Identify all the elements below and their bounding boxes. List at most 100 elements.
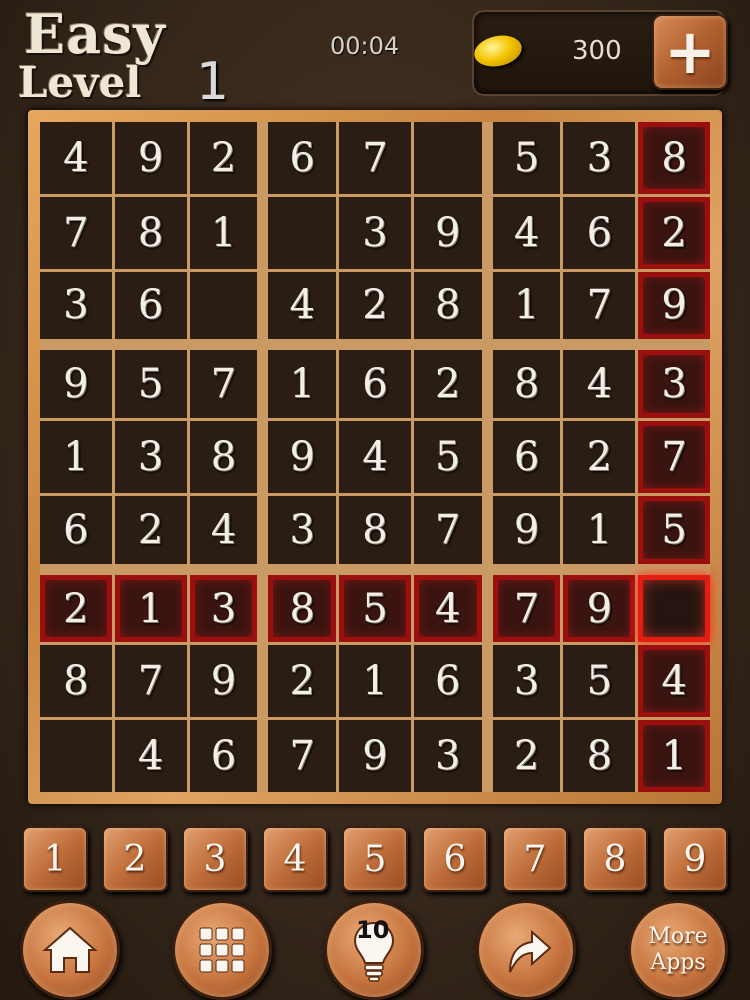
sudoku-cell[interactable]: 7 — [339, 122, 411, 194]
sudoku-board: 4926753878139462364281799571628431389456… — [28, 110, 722, 804]
grid-icon — [199, 927, 245, 973]
sudoku-cell[interactable]: 3 — [413, 720, 482, 792]
sudoku-cell[interactable]: 9 — [492, 495, 561, 564]
sudoku-cell[interactable]: 8 — [268, 574, 337, 643]
add-coins-button[interactable]: + — [652, 14, 728, 90]
sudoku-cell[interactable]: 3 — [189, 574, 258, 643]
sudoku-cell[interactable]: 4 — [563, 350, 636, 419]
sudoku-cell[interactable]: 2 — [268, 645, 337, 718]
home-button[interactable] — [20, 900, 120, 1000]
sudoku-cell[interactable]: 3 — [638, 350, 710, 419]
empty-cell[interactable] — [638, 574, 710, 643]
sudoku-cell[interactable]: 6 — [268, 122, 337, 194]
sudoku-cell[interactable]: 8 — [114, 196, 187, 269]
sudoku-cell[interactable]: 6 — [189, 720, 258, 792]
sudoku-cell[interactable]: 5 — [339, 574, 411, 643]
sudoku-cell[interactable]: 9 — [413, 196, 482, 269]
sudoku-cell[interactable]: 6 — [114, 271, 187, 340]
sudoku-cell[interactable]: 8 — [339, 495, 411, 564]
sudoku-cell[interactable]: 7 — [563, 271, 636, 340]
sudoku-cell[interactable]: 9 — [638, 271, 710, 340]
empty-cell[interactable] — [413, 122, 482, 194]
number-button-5[interactable]: 5 — [342, 826, 408, 892]
sudoku-cell[interactable]: 1 — [563, 495, 636, 564]
sudoku-cell[interactable]: 4 — [40, 122, 112, 194]
hint-button[interactable] — [324, 900, 424, 1000]
sudoku-cell[interactable]: 7 — [413, 495, 482, 564]
sudoku-cell[interactable]: 9 — [189, 645, 258, 718]
sudoku-cell[interactable]: 3 — [40, 271, 112, 340]
sudoku-cell[interactable]: 8 — [638, 122, 710, 194]
sudoku-cell[interactable]: 2 — [114, 495, 187, 564]
more-apps-button[interactable]: More Apps — [628, 900, 728, 1000]
sudoku-cell[interactable]: 1 — [268, 350, 337, 419]
number-button-4[interactable]: 4 — [262, 826, 328, 892]
sudoku-cell[interactable]: 4 — [114, 720, 187, 792]
sudoku-cell[interactable]: 2 — [563, 421, 636, 493]
sudoku-cell[interactable]: 3 — [268, 495, 337, 564]
sudoku-cell[interactable]: 1 — [492, 271, 561, 340]
empty-cell[interactable] — [40, 720, 112, 792]
sudoku-cell[interactable]: 9 — [339, 720, 411, 792]
sudoku-cell[interactable]: 1 — [638, 720, 710, 792]
sudoku-cell[interactable]: 2 — [40, 574, 112, 643]
number-button-1[interactable]: 1 — [22, 826, 88, 892]
number-button-6[interactable]: 6 — [422, 826, 488, 892]
number-button-2[interactable]: 2 — [102, 826, 168, 892]
sudoku-cell[interactable]: 2 — [492, 720, 561, 792]
sudoku-cell[interactable]: 4 — [638, 645, 710, 718]
sudoku-cell[interactable]: 4 — [268, 271, 337, 340]
sudoku-cell[interactable]: 6 — [339, 350, 411, 419]
sudoku-cell[interactable]: 4 — [339, 421, 411, 493]
sudoku-cell[interactable]: 2 — [638, 196, 710, 269]
empty-cell[interactable] — [189, 271, 258, 340]
sudoku-cell[interactable]: 3 — [563, 122, 636, 194]
sudoku-cell[interactable]: 2 — [339, 271, 411, 340]
difficulty-title: Easy — [24, 2, 166, 66]
sudoku-cell[interactable]: 5 — [492, 122, 561, 194]
sudoku-cell[interactable]: 9 — [40, 350, 112, 419]
number-button-7[interactable]: 7 — [502, 826, 568, 892]
sudoku-cell[interactable]: 4 — [492, 196, 561, 269]
sudoku-cell[interactable]: 3 — [114, 421, 187, 493]
sudoku-cell[interactable]: 8 — [563, 720, 636, 792]
sudoku-cell[interactable]: 4 — [413, 574, 482, 643]
number-button-9[interactable]: 9 — [662, 826, 728, 892]
sudoku-cell[interactable]: 7 — [114, 645, 187, 718]
sudoku-cell[interactable]: 6 — [413, 645, 482, 718]
sudoku-cell[interactable]: 3 — [339, 196, 411, 269]
levels-menu-button[interactable] — [172, 900, 272, 1000]
share-button[interactable] — [476, 900, 576, 1000]
sudoku-cell[interactable]: 6 — [40, 495, 112, 564]
sudoku-cell[interactable]: 7 — [492, 574, 561, 643]
sudoku-cell[interactable]: 9 — [268, 421, 337, 493]
sudoku-cell[interactable]: 1 — [114, 574, 187, 643]
sudoku-cell[interactable]: 7 — [40, 196, 112, 269]
sudoku-cell[interactable]: 1 — [339, 645, 411, 718]
empty-cell[interactable] — [268, 196, 337, 269]
sudoku-cell[interactable]: 9 — [114, 122, 187, 194]
sudoku-cell[interactable]: 8 — [492, 350, 561, 419]
sudoku-cell[interactable]: 8 — [40, 645, 112, 718]
sudoku-grid: 4926753878139462364281799571628431389456… — [40, 122, 710, 792]
number-button-8[interactable]: 8 — [582, 826, 648, 892]
sudoku-cell[interactable]: 2 — [189, 122, 258, 194]
sudoku-cell[interactable]: 5 — [563, 645, 636, 718]
sudoku-cell[interactable]: 7 — [638, 421, 710, 493]
sudoku-cell[interactable]: 4 — [189, 495, 258, 564]
sudoku-cell[interactable]: 5 — [114, 350, 187, 419]
sudoku-cell[interactable]: 3 — [492, 645, 561, 718]
sudoku-cell[interactable]: 5 — [413, 421, 482, 493]
sudoku-cell[interactable]: 7 — [189, 350, 258, 419]
sudoku-cell[interactable]: 9 — [563, 574, 636, 643]
sudoku-cell[interactable]: 8 — [189, 421, 258, 493]
sudoku-cell[interactable]: 2 — [413, 350, 482, 419]
sudoku-cell[interactable]: 7 — [268, 720, 337, 792]
sudoku-cell[interactable]: 6 — [563, 196, 636, 269]
number-button-3[interactable]: 3 — [182, 826, 248, 892]
sudoku-cell[interactable]: 1 — [40, 421, 112, 493]
sudoku-cell[interactable]: 6 — [492, 421, 561, 493]
sudoku-cell[interactable]: 1 — [189, 196, 258, 269]
sudoku-cell[interactable]: 5 — [638, 495, 710, 564]
sudoku-cell[interactable]: 8 — [413, 271, 482, 340]
